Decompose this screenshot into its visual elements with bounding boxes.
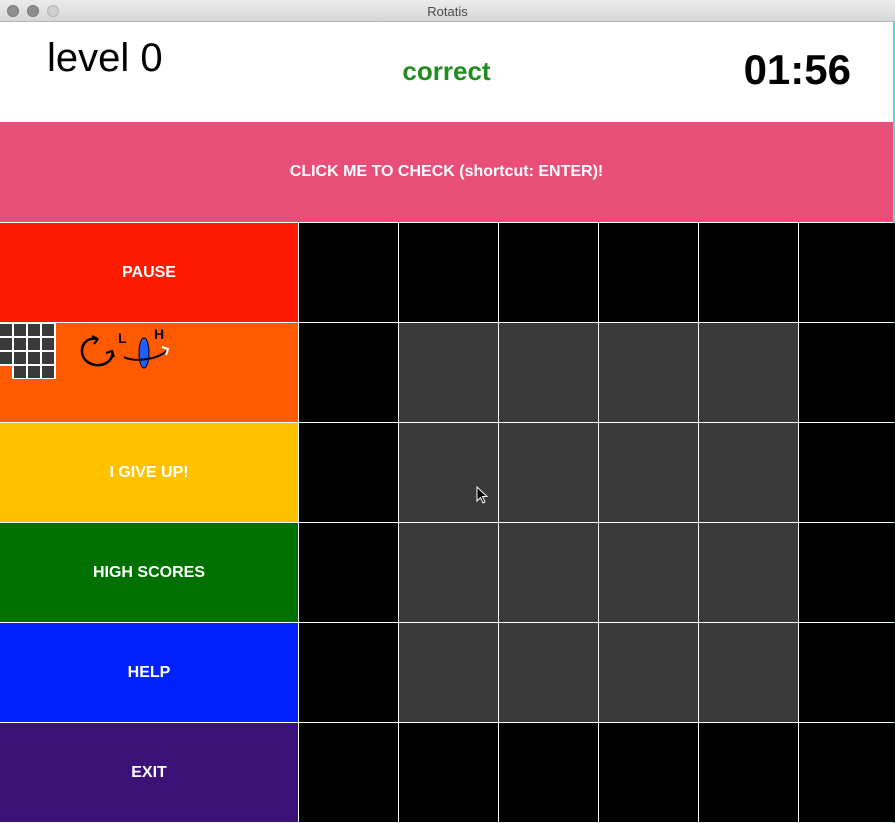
board-border-tile [299,523,398,622]
board-border-tile [699,223,798,322]
board-border-tile [799,223,895,322]
board-border-tile [799,523,895,622]
board-tile[interactable] [499,423,598,522]
board-border-tile [599,223,698,322]
board-tile[interactable] [399,323,498,422]
board-border-tile [399,223,498,322]
board-tile[interactable] [399,523,498,622]
board-tile[interactable] [599,423,698,522]
timer: 01:56 [743,46,851,93]
rotate-right-label: H [154,326,164,342]
board-tile[interactable] [599,523,698,622]
rotate-right-icon [138,337,150,369]
board-border-tile [299,223,398,322]
board-border-tile [499,723,598,822]
board-tile[interactable] [699,323,798,422]
board-border-tile [299,323,398,422]
board-tile[interactable] [499,623,598,722]
board-border-tile [399,723,498,822]
help-button[interactable]: HELP [0,623,298,722]
check-button[interactable]: CLICK ME TO CHECK (shortcut: ENTER)! [0,122,893,222]
board-border-tile [799,423,895,522]
rotation-control-panel: L H [0,323,298,422]
board-border-tile [799,623,895,722]
board-border-tile [799,723,895,822]
board-border-tile [499,223,598,322]
board-tile[interactable] [699,623,798,722]
game-board [298,222,895,822]
board-border-tile [299,423,398,522]
game-header: level 0 correct 01:56 [0,22,893,122]
board-border-tile [299,623,398,722]
rotate-left-label: L [118,330,127,346]
board-tile[interactable] [399,623,498,722]
high-scores-button[interactable]: HIGH SCORES [0,523,298,622]
rotate-hint-icon: L H [80,326,170,369]
mouse-pointer-icon [476,486,489,504]
window-title: Rotatis [427,4,468,19]
board-tile[interactable] [499,523,598,622]
board-tile[interactable] [599,323,698,422]
board-tile[interactable] [699,423,798,522]
board-tile[interactable] [399,423,498,522]
give-up-button[interactable]: I GIVE UP! [0,423,298,522]
board-border-tile [799,323,895,422]
window-titlebar: Rotatis [0,0,895,22]
board-tile[interactable] [699,523,798,622]
board-border-tile [299,723,398,822]
board-tile[interactable] [599,623,698,722]
board-tile[interactable] [499,323,598,422]
board-border-tile [699,723,798,822]
board-border-tile [599,723,698,822]
exit-button[interactable]: EXIT [0,723,298,822]
mini-board-icon [0,323,56,379]
pause-button[interactable]: PAUSE [0,223,298,322]
